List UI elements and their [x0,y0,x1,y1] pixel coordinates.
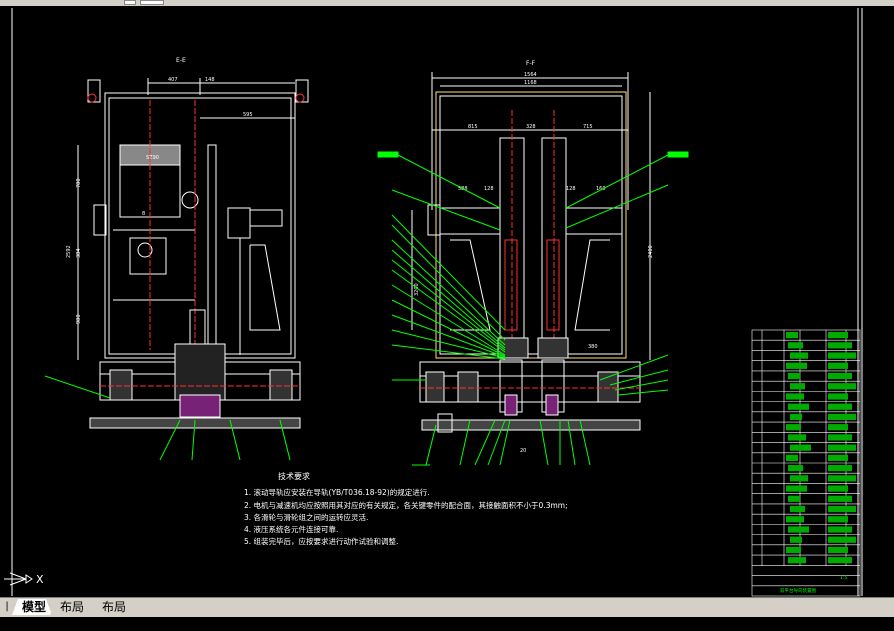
view-f-f-title: F-F [526,60,536,67]
bom-cell-fill [786,362,807,369]
bom-cell-fill [828,413,856,421]
bom-cell-fill [790,444,811,451]
svg-text:20: 20 [520,448,526,454]
layout-tab-bar: | 模型 布局1 布局2 [0,597,894,617]
svg-text:384: 384 [76,248,82,258]
bom-cell-fill [828,557,852,564]
bom-cell-fill [828,516,848,523]
bom-cell-fill [828,424,848,431]
note-item: 4. 液压系统各元件连接可靠. [244,524,338,534]
svg-text:715: 715 [583,124,593,130]
svg-text:148: 148 [205,77,215,83]
svg-text:980: 980 [76,314,82,324]
bom-cell-fill [828,454,848,461]
bom-cell-fill [790,383,805,390]
tab-model[interactable]: 模型 [12,599,52,615]
svg-text:595: 595 [243,112,253,118]
bom-cell-fill [786,393,804,400]
tab-scroll-icon[interactable]: | [1,600,13,614]
cad-drawing-canvas[interactable]: E-E 407 148 595 SZ90 8 780 384 2592 980 … [0,6,894,597]
bom-cell-fill [828,403,852,410]
bom-cell-fill [828,393,848,400]
bom-cell-fill [828,444,856,451]
bom-cell-fill [786,424,801,431]
bom-cell-fill [790,505,805,513]
svg-text:815: 815 [468,124,478,130]
svg-text:1564: 1564 [524,72,537,78]
bom-cell-fill [828,383,856,390]
bom-cell-fill [828,485,848,492]
bom-cell-fill [828,372,852,380]
callout-leaders [377,151,689,466]
ucs-axis-icon: X [4,572,44,586]
note-item: 5. 组装完毕后，应按要求进行动作试验和调整. [244,536,398,546]
bom-cell-fill [828,536,856,543]
bom-cell-fill [828,434,852,441]
bom-cell-fill [828,526,852,533]
note-item: 2. 电机与减速机均应按照用其对应的有关规定，各关键零件的配合面，其接触面积不小… [244,500,568,510]
view-e-e: E-E 407 148 595 SZ90 8 780 384 2592 980 [44,57,309,461]
bom-cell-fill [828,342,852,349]
view-f-f: F-F 1564 1168 815 328 715 588 128 128 16… [411,60,654,454]
note-item: 3. 各滑轮与滑轮组之间的运转应灵活. [244,512,368,522]
bill-of-materials-table [751,329,861,597]
bom-cell-fill [828,495,852,502]
bom-cell-fill [828,352,856,359]
bom-cell-fill [786,485,807,492]
bom-cell-fill [786,516,804,523]
bom-cell-fill [788,434,806,441]
technical-notes: 技术要求 1. 滚动导轨应安装在导轨(YB/T036.18-92)的规定进行. … [244,471,568,546]
bom-cell-fill [790,475,808,482]
svg-text:SZ90: SZ90 [146,155,159,161]
tab-layout1[interactable]: 布局1 [50,599,94,615]
bom-cell-fill [788,465,803,472]
bom-cell-fill [788,403,809,410]
bom-cell-fill [828,505,856,513]
bom-cell-fill [788,495,800,502]
bom-cell-fill [788,372,800,380]
note-item: 1. 滚动导轨应安装在导轨(YB/T036.18-92)的规定进行. [244,487,430,497]
bom-cell-fill [790,352,808,359]
title-block-footer: 双平台导向装置图 1:5 [780,575,847,594]
bom-cell-fill [786,546,801,554]
svg-text:128: 128 [566,186,576,192]
bom-cell-fill [788,526,809,533]
view-e-e-title: E-E [176,57,186,64]
svg-text:380: 380 [588,344,598,350]
bom-cell-fill [828,362,848,369]
svg-text:328: 328 [526,124,536,130]
bom-cell-fill [790,413,802,421]
bom-cell-fill [786,332,798,339]
svg-text:128: 128 [484,186,494,192]
toolbar-button-icon[interactable] [124,0,136,5]
title-block-scale: 1:5 [840,575,847,581]
bom-cell-fill [790,536,802,543]
svg-text:160: 160 [596,186,606,192]
bom-cell-fill [828,546,848,554]
svg-text:780: 780 [76,178,82,188]
notes-title: 技术要求 [278,471,310,481]
svg-text:407: 407 [168,77,178,83]
bom-cell-fill [788,557,806,564]
title-block-name: 双平台导向装置图 [780,587,816,594]
bom-cell-fill [828,332,848,339]
ucs-x-label: X [36,573,44,586]
bom-cell-fill [786,454,798,461]
tab-layout2[interactable]: 布局2 [92,599,136,615]
bom-cell-fill [828,475,856,482]
svg-text:1168: 1168 [524,80,537,86]
toolbar-field[interactable] [140,0,164,5]
bom-cell-fill [788,342,803,349]
bom-cell-fill [828,465,852,472]
svg-text:2592: 2592 [66,245,72,258]
svg-text:8: 8 [142,211,145,217]
svg-text:2400: 2400 [648,245,654,258]
